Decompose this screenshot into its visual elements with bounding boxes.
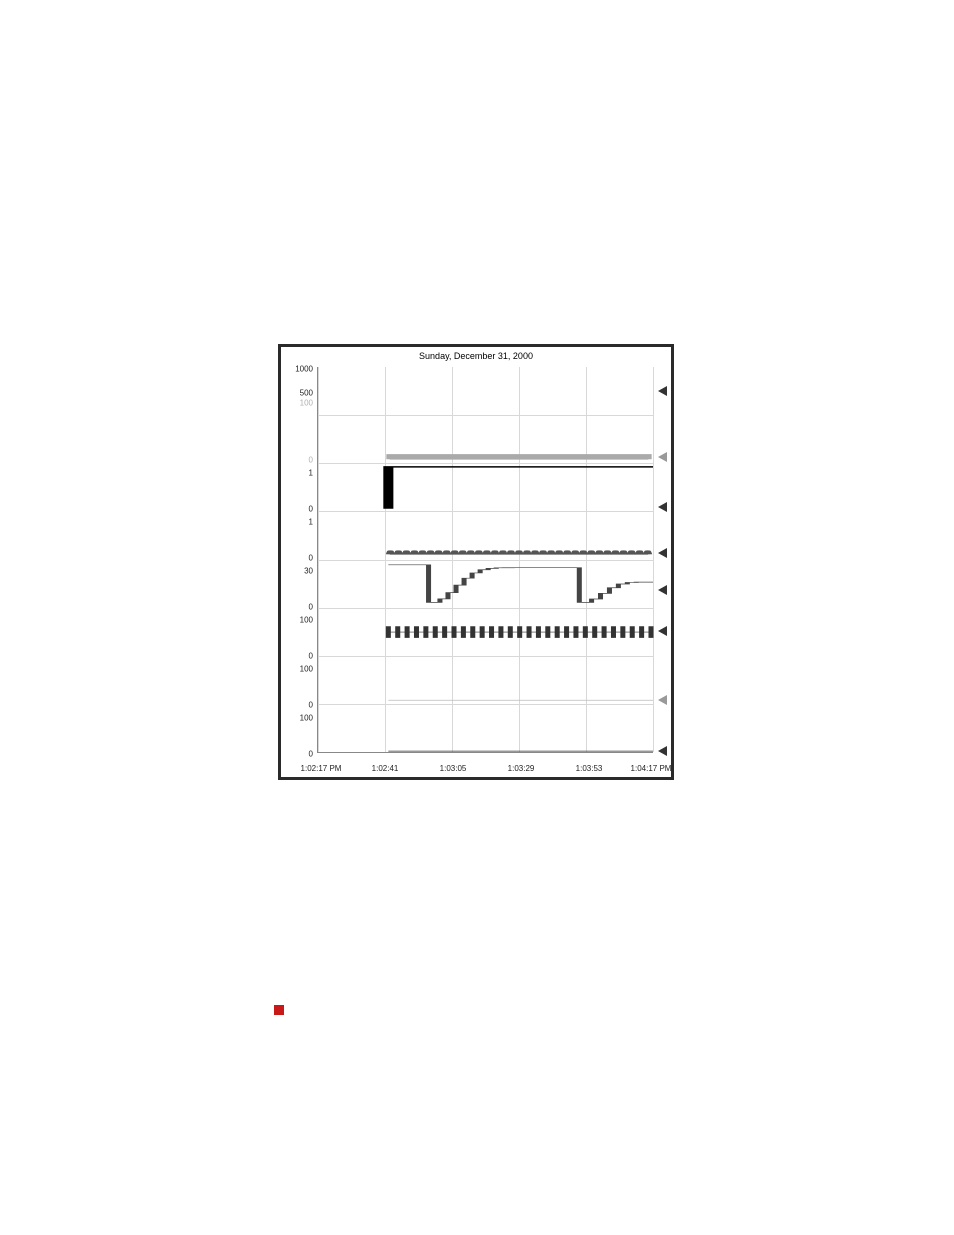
ylabel-4-top: 1	[283, 518, 313, 527]
ylabel-8-bot: 0	[283, 750, 313, 759]
marker-7[interactable]	[658, 695, 667, 705]
ylabel-4-bot: 0	[283, 554, 313, 563]
ylabel-1-bot: 500	[283, 389, 313, 398]
ylabel-6-top: 100	[283, 616, 313, 625]
strip-2-trace	[318, 415, 653, 463]
ylabel-6-bot: 0	[283, 652, 313, 661]
strip-1-trace	[318, 367, 653, 415]
marker-6[interactable]	[658, 626, 667, 636]
marker-2[interactable]	[658, 452, 667, 462]
ylabel-5-top: 30	[283, 567, 313, 576]
xlabel-2: 1:03:05	[440, 764, 467, 773]
marker-3[interactable]	[658, 502, 667, 512]
strip-6-trace	[318, 608, 653, 656]
ylabel-1-top: 1000	[283, 365, 313, 374]
marker-4[interactable]	[658, 548, 667, 558]
strip-3-trace	[318, 463, 653, 511]
red-square-icon	[274, 1005, 284, 1015]
xlabel-0: 1:02:17 PM	[301, 764, 342, 773]
ylabel-2-top: 100	[283, 399, 313, 408]
ylabel-3-top: 1	[283, 469, 313, 478]
ylabel-7-top: 100	[283, 665, 313, 674]
xlabel-1: 1:02:41	[372, 764, 399, 773]
chart-title: Sunday, December 31, 2000	[281, 347, 671, 363]
strip-5-trace	[318, 560, 653, 608]
xlabel-3: 1:03:29	[508, 764, 535, 773]
ylabel-3-bot: 0	[283, 505, 313, 514]
xlabel-5: 1:04:17 PM	[631, 764, 672, 773]
strip-chart: Sunday, December 31, 2000	[278, 344, 674, 780]
ylabel-2-bot: 0	[283, 456, 313, 465]
plot-area	[317, 367, 653, 753]
ylabel-7-bot: 0	[283, 701, 313, 710]
strip-7-trace	[318, 656, 653, 704]
marker-8[interactable]	[658, 746, 667, 756]
strip-4-trace	[318, 511, 653, 559]
marker-5[interactable]	[658, 585, 667, 595]
xlabel-4: 1:03:53	[576, 764, 603, 773]
ylabel-8-top: 100	[283, 714, 313, 723]
strip-8-trace	[318, 704, 653, 752]
marker-1[interactable]	[658, 386, 667, 396]
ylabel-5-bot: 0	[283, 603, 313, 612]
